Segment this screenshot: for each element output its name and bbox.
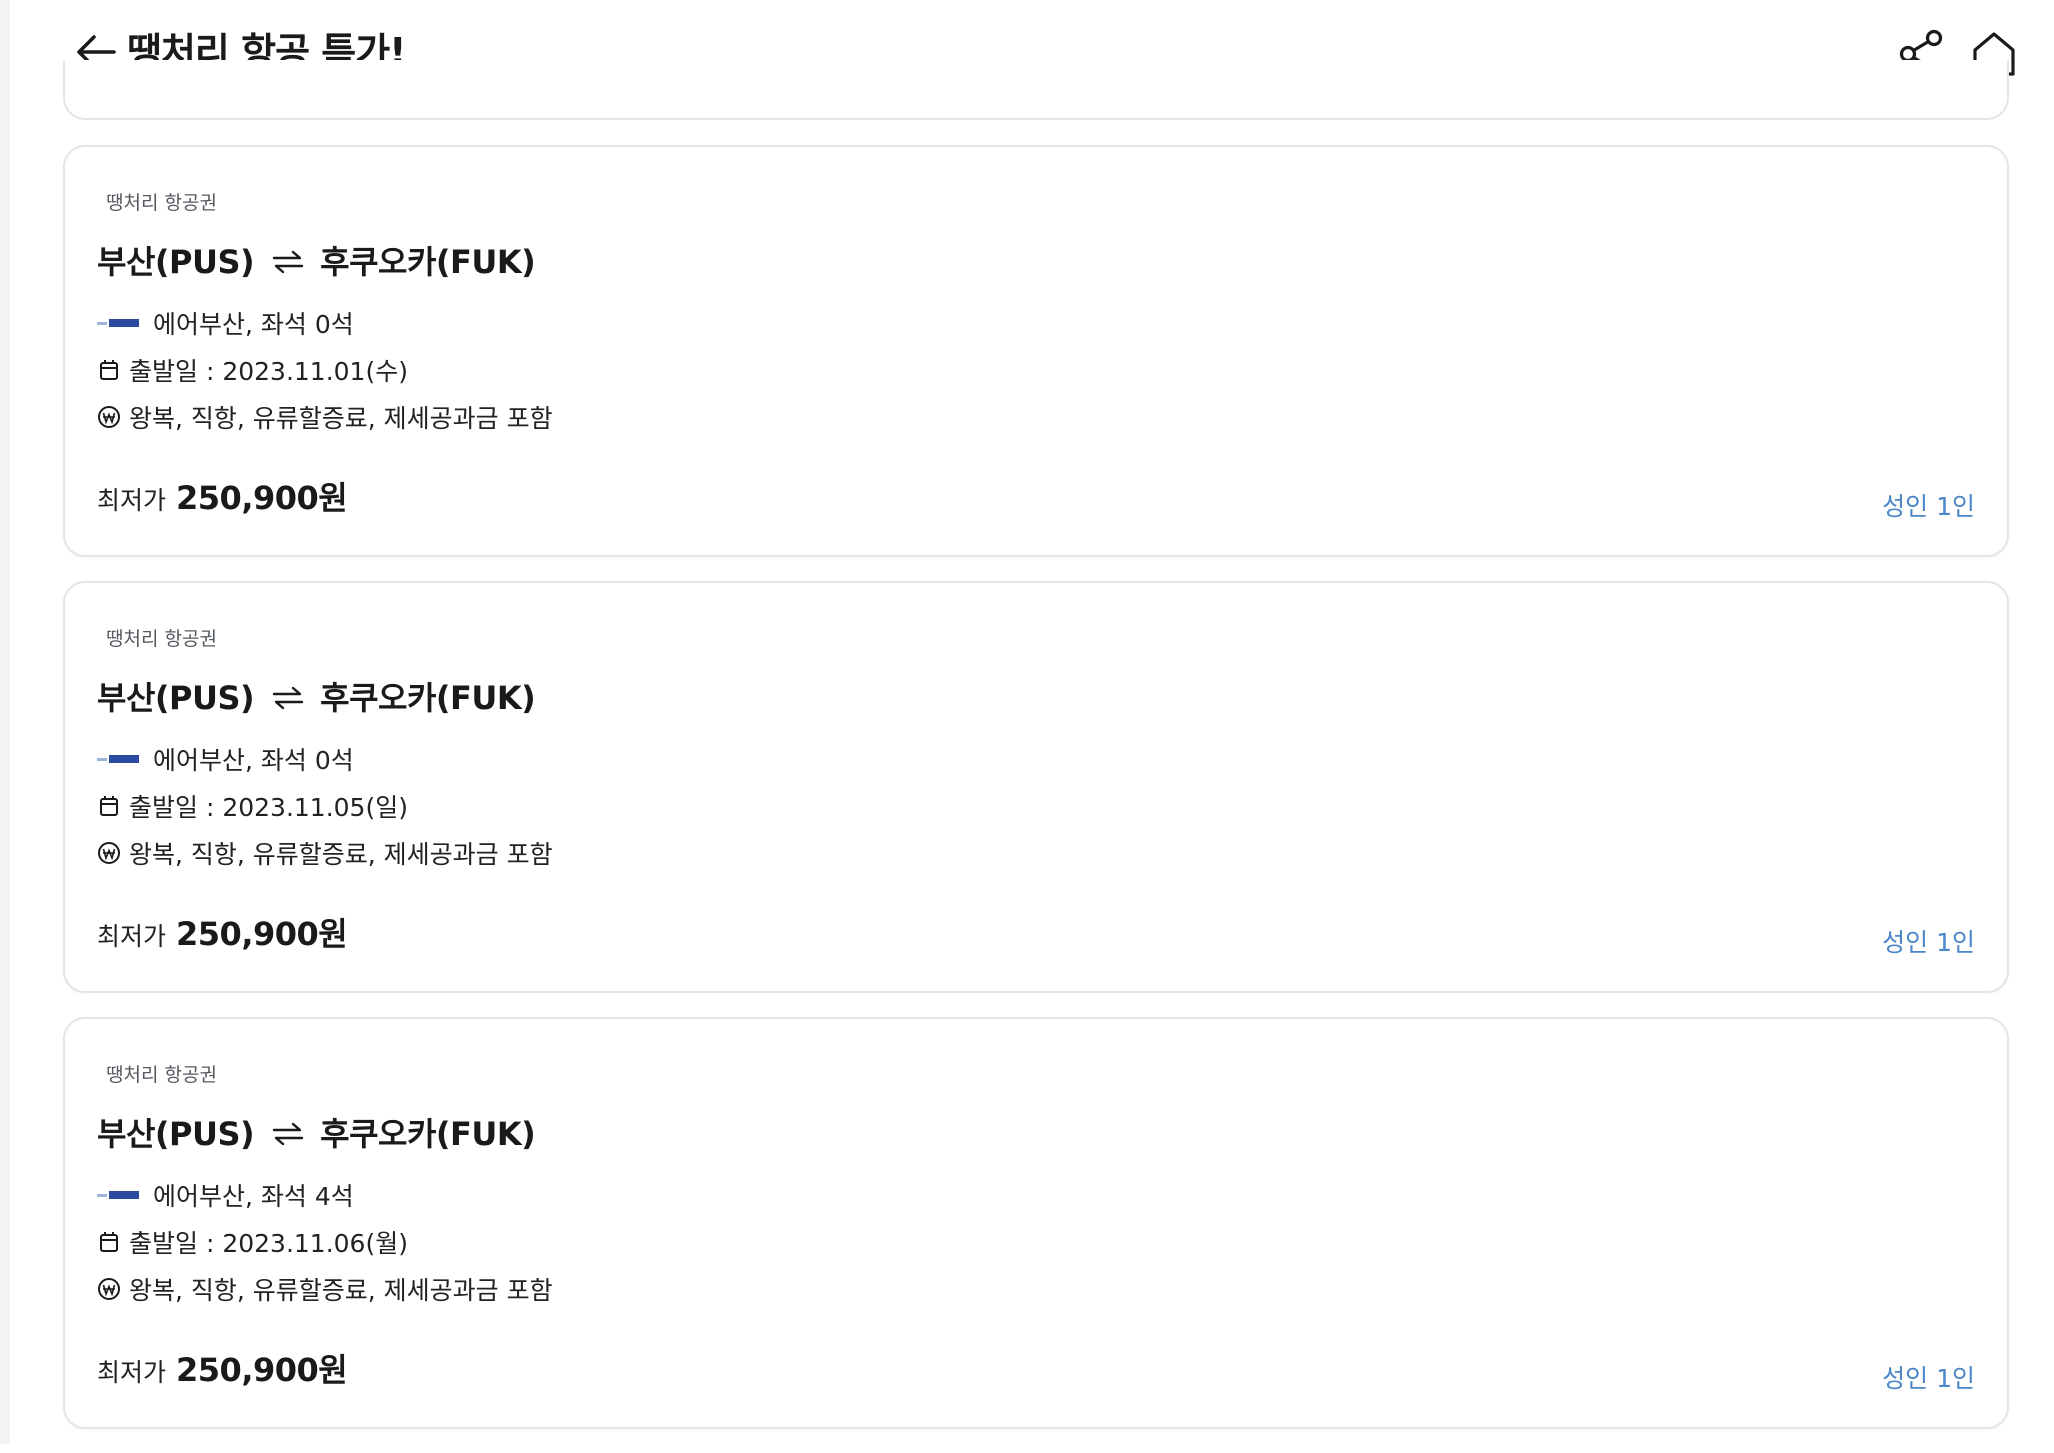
price-value: 250,900원 (176, 1351, 348, 1389)
won-circle-icon (98, 406, 120, 428)
deal-card[interactable]: 땡처리 항공권 부산(PUS) 후쿠오카(FUK) 에어부산, 좌석 4석 출발… (63, 1017, 2009, 1429)
deal-card[interactable]: 땡처리 항공권 부산(PUS) 후쿠오카(FUK) 에어부산, 좌석 0석 출발… (63, 145, 2009, 557)
round-trip-arrows-icon (272, 1121, 304, 1147)
passenger-count: 성인 1인 (1882, 928, 1975, 957)
fare-info-row: 왕복, 직항, 유류할증료, 제세공과금 포함 (97, 1269, 553, 1309)
route: 부산(PUS) 후쿠오카(FUK) (97, 239, 536, 285)
won-circle-icon (98, 842, 120, 864)
won-circle-icon (98, 1278, 120, 1300)
destination: 후쿠오카(FUK) (320, 243, 536, 281)
fare-info: 왕복, 직항, 유류할증료, 제세공과금 포함 (129, 1276, 553, 1305)
calendar-icon (100, 796, 118, 816)
air-busan-logo-icon (97, 755, 139, 763)
left-rail (0, 0, 10, 1444)
fare-info: 왕복, 직항, 유류할증료, 제세공과금 포함 (129, 404, 553, 433)
calendar-icon (100, 360, 118, 380)
card-category: 땡처리 항공권 (106, 628, 217, 650)
fare-info-row: 왕복, 직항, 유류할증료, 제세공과금 포함 (97, 397, 553, 437)
passenger-count: 성인 1인 (1882, 492, 1975, 521)
price-block: 최저가 250,900원 (97, 909, 348, 955)
origin: 부산(PUS) (97, 1115, 255, 1153)
route: 부산(PUS) 후쿠오카(FUK) (97, 675, 536, 721)
airline-row: 에어부산, 좌석 0석 (97, 739, 354, 779)
airline-seats: 에어부산, 좌석 4석 (153, 1182, 354, 1211)
price-label: 최저가 (97, 486, 167, 515)
origin: 부산(PUS) (97, 679, 255, 717)
price-label: 최저가 (97, 1358, 167, 1387)
departure-date: 출발일 : 2023.11.05(일) (129, 793, 408, 822)
round-trip-arrows-icon (272, 685, 304, 711)
origin: 부산(PUS) (97, 243, 255, 281)
calendar-icon (100, 1232, 118, 1252)
departure-row: 출발일 : 2023.11.01(수) (97, 350, 408, 390)
airline-row: 에어부산, 좌석 4석 (97, 1175, 354, 1215)
deal-list: 땡처리 항공권 부산(PUS) 후쿠오카(FUK) 에어부산, 좌석 0석 출발… (63, 145, 2009, 1453)
passenger-count: 성인 1인 (1882, 1364, 1975, 1393)
price-block: 최저가 250,900원 (97, 473, 348, 519)
price-value: 250,900원 (176, 915, 348, 953)
price-block: 최저가 250,900원 (97, 1345, 348, 1391)
card-category: 땡처리 항공권 (106, 1064, 217, 1086)
fare-info: 왕복, 직항, 유류할증료, 제세공과금 포함 (129, 840, 553, 869)
air-busan-logo-icon (97, 319, 139, 327)
fare-info-row: 왕복, 직항, 유류할증료, 제세공과금 포함 (97, 833, 553, 873)
destination: 후쿠오카(FUK) (320, 1115, 536, 1153)
destination: 후쿠오카(FUK) (320, 679, 536, 717)
price-value: 250,900원 (176, 479, 348, 517)
card-category: 땡처리 항공권 (106, 192, 217, 214)
previous-card-edge (63, 60, 2009, 120)
airline-row: 에어부산, 좌석 0석 (97, 303, 354, 343)
route: 부산(PUS) 후쿠오카(FUK) (97, 1111, 536, 1157)
airline-seats: 에어부산, 좌석 0석 (153, 746, 354, 775)
round-trip-arrows-icon (272, 249, 304, 275)
deal-card[interactable]: 땡처리 항공권 부산(PUS) 후쿠오카(FUK) 에어부산, 좌석 0석 출발… (63, 581, 2009, 993)
departure-date: 출발일 : 2023.11.01(수) (129, 357, 408, 386)
departure-row: 출발일 : 2023.11.06(월) (97, 1222, 408, 1262)
airline-seats: 에어부산, 좌석 0석 (153, 310, 354, 339)
air-busan-logo-icon (97, 1191, 139, 1199)
departure-row: 출발일 : 2023.11.05(일) (97, 786, 408, 826)
price-label: 최저가 (97, 922, 167, 951)
departure-date: 출발일 : 2023.11.06(월) (129, 1229, 408, 1258)
